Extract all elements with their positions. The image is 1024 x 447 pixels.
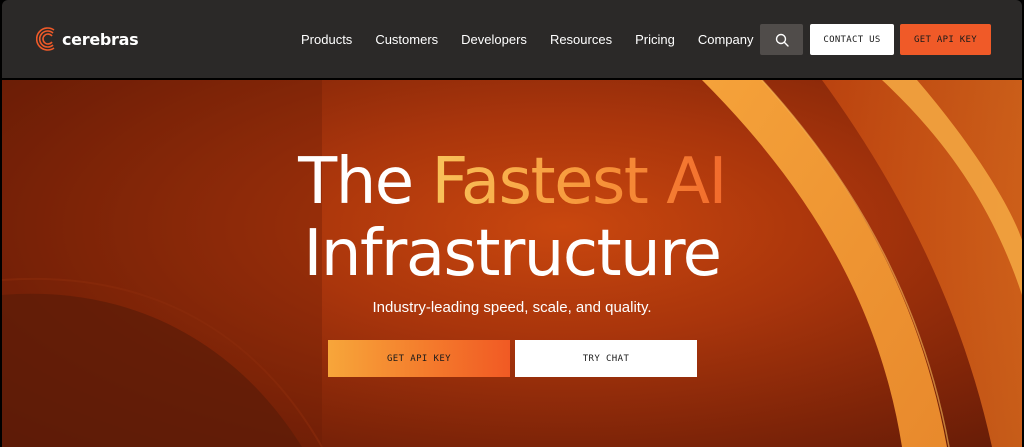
search-icon (775, 33, 789, 47)
top-navigation-bar: cerebras Products Customers Developers R… (2, 0, 1022, 78)
brand-name: cerebras (62, 29, 139, 49)
nav-item-developers[interactable]: Developers (461, 32, 527, 47)
nav-item-customers[interactable]: Customers (375, 32, 438, 47)
nav-item-company[interactable]: Company (698, 32, 754, 47)
headline-plain: The (298, 145, 432, 219)
hero-section: The Fastest AI Infrastructure Industry-l… (2, 80, 1022, 447)
contact-us-button[interactable]: CONTACT US (810, 24, 894, 55)
search-button[interactable] (760, 24, 803, 55)
headline-accent: Fastest AI (431, 145, 727, 219)
hero-try-chat-button[interactable]: TRY CHAT (515, 340, 697, 377)
nav-item-resources[interactable]: Resources (550, 32, 612, 47)
cerebras-logo-icon (36, 27, 55, 51)
nav-item-products[interactable]: Products (301, 32, 352, 47)
main-menu: Products Customers Developers Resources … (301, 0, 753, 78)
nav-item-pricing[interactable]: Pricing (635, 32, 675, 47)
hero-subtitle: Industry-leading speed, scale, and quali… (372, 299, 652, 316)
hero-headline-line-1: The Fastest AI (2, 146, 1022, 218)
cerebras-logo[interactable]: cerebras (36, 22, 139, 56)
hero-headline-line-2: Infrastructure (303, 217, 722, 291)
hero-get-api-key-button[interactable]: GET API KEY (328, 340, 510, 377)
get-api-key-button[interactable]: GET API KEY (900, 24, 991, 55)
